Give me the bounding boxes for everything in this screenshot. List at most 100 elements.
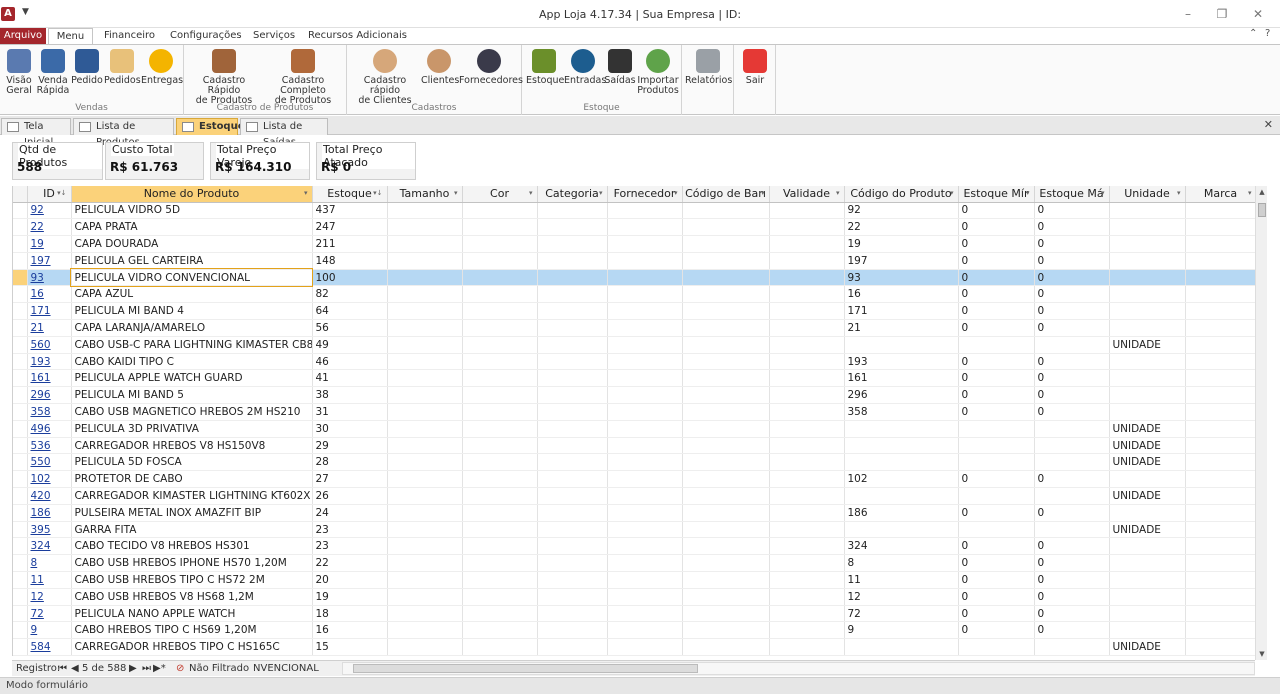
table-cell[interactable] — [607, 336, 683, 354]
table-cell[interactable] — [537, 504, 608, 522]
table-cell[interactable] — [769, 302, 845, 321]
table-cell[interactable]: 92 — [844, 202, 959, 220]
table-cell[interactable] — [769, 369, 845, 388]
table-cell[interactable]: 38 — [312, 386, 388, 405]
table-cell[interactable] — [769, 521, 845, 539]
id-link[interactable]: 161 — [27, 369, 72, 388]
table-cell[interactable]: PELICULA NANO APPLE WATCH — [71, 605, 313, 623]
table-cell[interactable] — [682, 437, 770, 455]
table-cell[interactable]: 193 — [844, 353, 959, 371]
table-cell[interactable]: 0 — [1034, 537, 1110, 556]
table-cell[interactable]: 12 — [844, 588, 959, 606]
id-link[interactable]: 420 — [27, 487, 72, 505]
row-selector[interactable] — [13, 302, 28, 321]
table-cell[interactable] — [682, 386, 770, 405]
table-cell[interactable] — [1109, 605, 1186, 623]
table-cell[interactable] — [682, 571, 770, 589]
table-cell[interactable] — [387, 487, 463, 505]
table-cell[interactable] — [607, 487, 683, 505]
table-cell[interactable] — [607, 554, 683, 573]
table-cell[interactable] — [769, 202, 845, 220]
table-cell[interactable] — [769, 588, 845, 606]
table-cell[interactable]: CABO USB-C PARA LIGHTNING KIMASTER CB812 — [71, 336, 313, 354]
table-cell[interactable]: UNIDADE — [1109, 437, 1186, 455]
table-cell[interactable]: 11 — [844, 571, 959, 589]
new-record-button[interactable]: ▶* — [153, 663, 166, 674]
pedido-button[interactable]: Pedido — [71, 49, 103, 86]
table-cell[interactable] — [1185, 487, 1255, 505]
table-cell[interactable]: 8 — [844, 554, 959, 573]
table-cell[interactable]: 16 — [312, 621, 388, 640]
table-cell[interactable] — [1185, 504, 1255, 522]
table-cell[interactable]: 324 — [844, 537, 959, 556]
table-cell[interactable] — [844, 437, 959, 455]
row-selector[interactable] — [13, 319, 28, 337]
table-cell[interactable]: 0 — [958, 235, 1035, 253]
table-cell[interactable]: 0 — [1034, 504, 1110, 522]
table-cell[interactable]: 0 — [1034, 571, 1110, 589]
table-cell[interactable] — [1185, 369, 1255, 388]
table-cell[interactable] — [1109, 353, 1186, 371]
table-cell[interactable] — [462, 571, 538, 589]
table-cell[interactable] — [1109, 235, 1186, 253]
help-icon[interactable]: ? — [1265, 28, 1270, 39]
table-cell[interactable] — [387, 302, 463, 321]
table-row[interactable]: 536 CARREGADOR HREBOS V8 HS150V8 29 UNIDADE — [13, 437, 1255, 455]
table-cell[interactable] — [387, 319, 463, 337]
table-cell[interactable] — [1185, 285, 1255, 304]
table-cell[interactable]: 0 — [1034, 353, 1110, 371]
table-cell[interactable] — [607, 269, 683, 287]
table-cell[interactable] — [1109, 218, 1186, 237]
row-selector[interactable] — [13, 588, 28, 606]
table-cell[interactable] — [1185, 420, 1255, 438]
column-header[interactable]: Estoque Mír ▾ — [958, 186, 1035, 203]
table-cell[interactable] — [769, 319, 845, 337]
table-cell[interactable] — [1109, 319, 1186, 337]
table-cell[interactable]: 0 — [958, 269, 1035, 287]
table-cell[interactable] — [1185, 437, 1255, 455]
table-cell[interactable] — [1185, 403, 1255, 421]
table-cell[interactable] — [1034, 487, 1110, 505]
table-cell[interactable] — [1109, 202, 1186, 220]
table-cell[interactable] — [607, 621, 683, 640]
table-cell[interactable] — [958, 420, 1035, 438]
table-cell[interactable] — [1034, 437, 1110, 455]
table-cell[interactable] — [844, 336, 959, 354]
table-cell[interactable]: 0 — [1034, 386, 1110, 405]
id-link[interactable]: 8 — [27, 554, 72, 573]
column-dropdown-icon[interactable]: ▾ — [836, 189, 840, 197]
table-cell[interactable] — [1185, 605, 1255, 623]
table-cell[interactable]: 19 — [844, 235, 959, 253]
table-cell[interactable] — [1034, 453, 1110, 472]
table-cell[interactable] — [387, 504, 463, 522]
table-cell[interactable]: 0 — [1034, 252, 1110, 270]
table-cell[interactable] — [607, 403, 683, 421]
table-cell[interactable] — [607, 218, 683, 237]
table-cell[interactable] — [769, 353, 845, 371]
row-selector[interactable] — [13, 218, 28, 237]
table-cell[interactable] — [537, 285, 608, 304]
row-selector[interactable] — [13, 353, 28, 371]
table-cell[interactable]: CARREGADOR HREBOS TIPO C HS165C — [71, 638, 313, 656]
table-cell[interactable] — [1034, 638, 1110, 656]
table-cell[interactable]: 0 — [958, 588, 1035, 606]
table-cell[interactable]: 0 — [958, 386, 1035, 405]
doc-tab-lista-produtos[interactable]: Lista de Produtos — [73, 118, 174, 148]
table-cell[interactable] — [769, 504, 845, 522]
table-cell[interactable] — [607, 420, 683, 438]
id-link[interactable]: 19 — [27, 235, 72, 253]
id-link[interactable]: 11 — [27, 571, 72, 589]
table-cell[interactable]: 72 — [844, 605, 959, 623]
table-cell[interactable] — [682, 319, 770, 337]
table-cell[interactable] — [537, 202, 608, 220]
table-cell[interactable] — [769, 537, 845, 556]
scroll-thumb[interactable] — [1258, 203, 1266, 217]
table-cell[interactable] — [1034, 336, 1110, 354]
table-row[interactable]: 72 PELICULA NANO APPLE WATCH 18 72 0 0 — [13, 605, 1255, 623]
table-cell[interactable] — [387, 453, 463, 472]
horizontal-scroll-thumb[interactable] — [353, 664, 698, 673]
select-all-corner[interactable] — [13, 186, 28, 203]
table-cell[interactable]: 0 — [958, 554, 1035, 573]
table-cell[interactable]: 0 — [958, 403, 1035, 421]
table-cell[interactable] — [958, 453, 1035, 472]
